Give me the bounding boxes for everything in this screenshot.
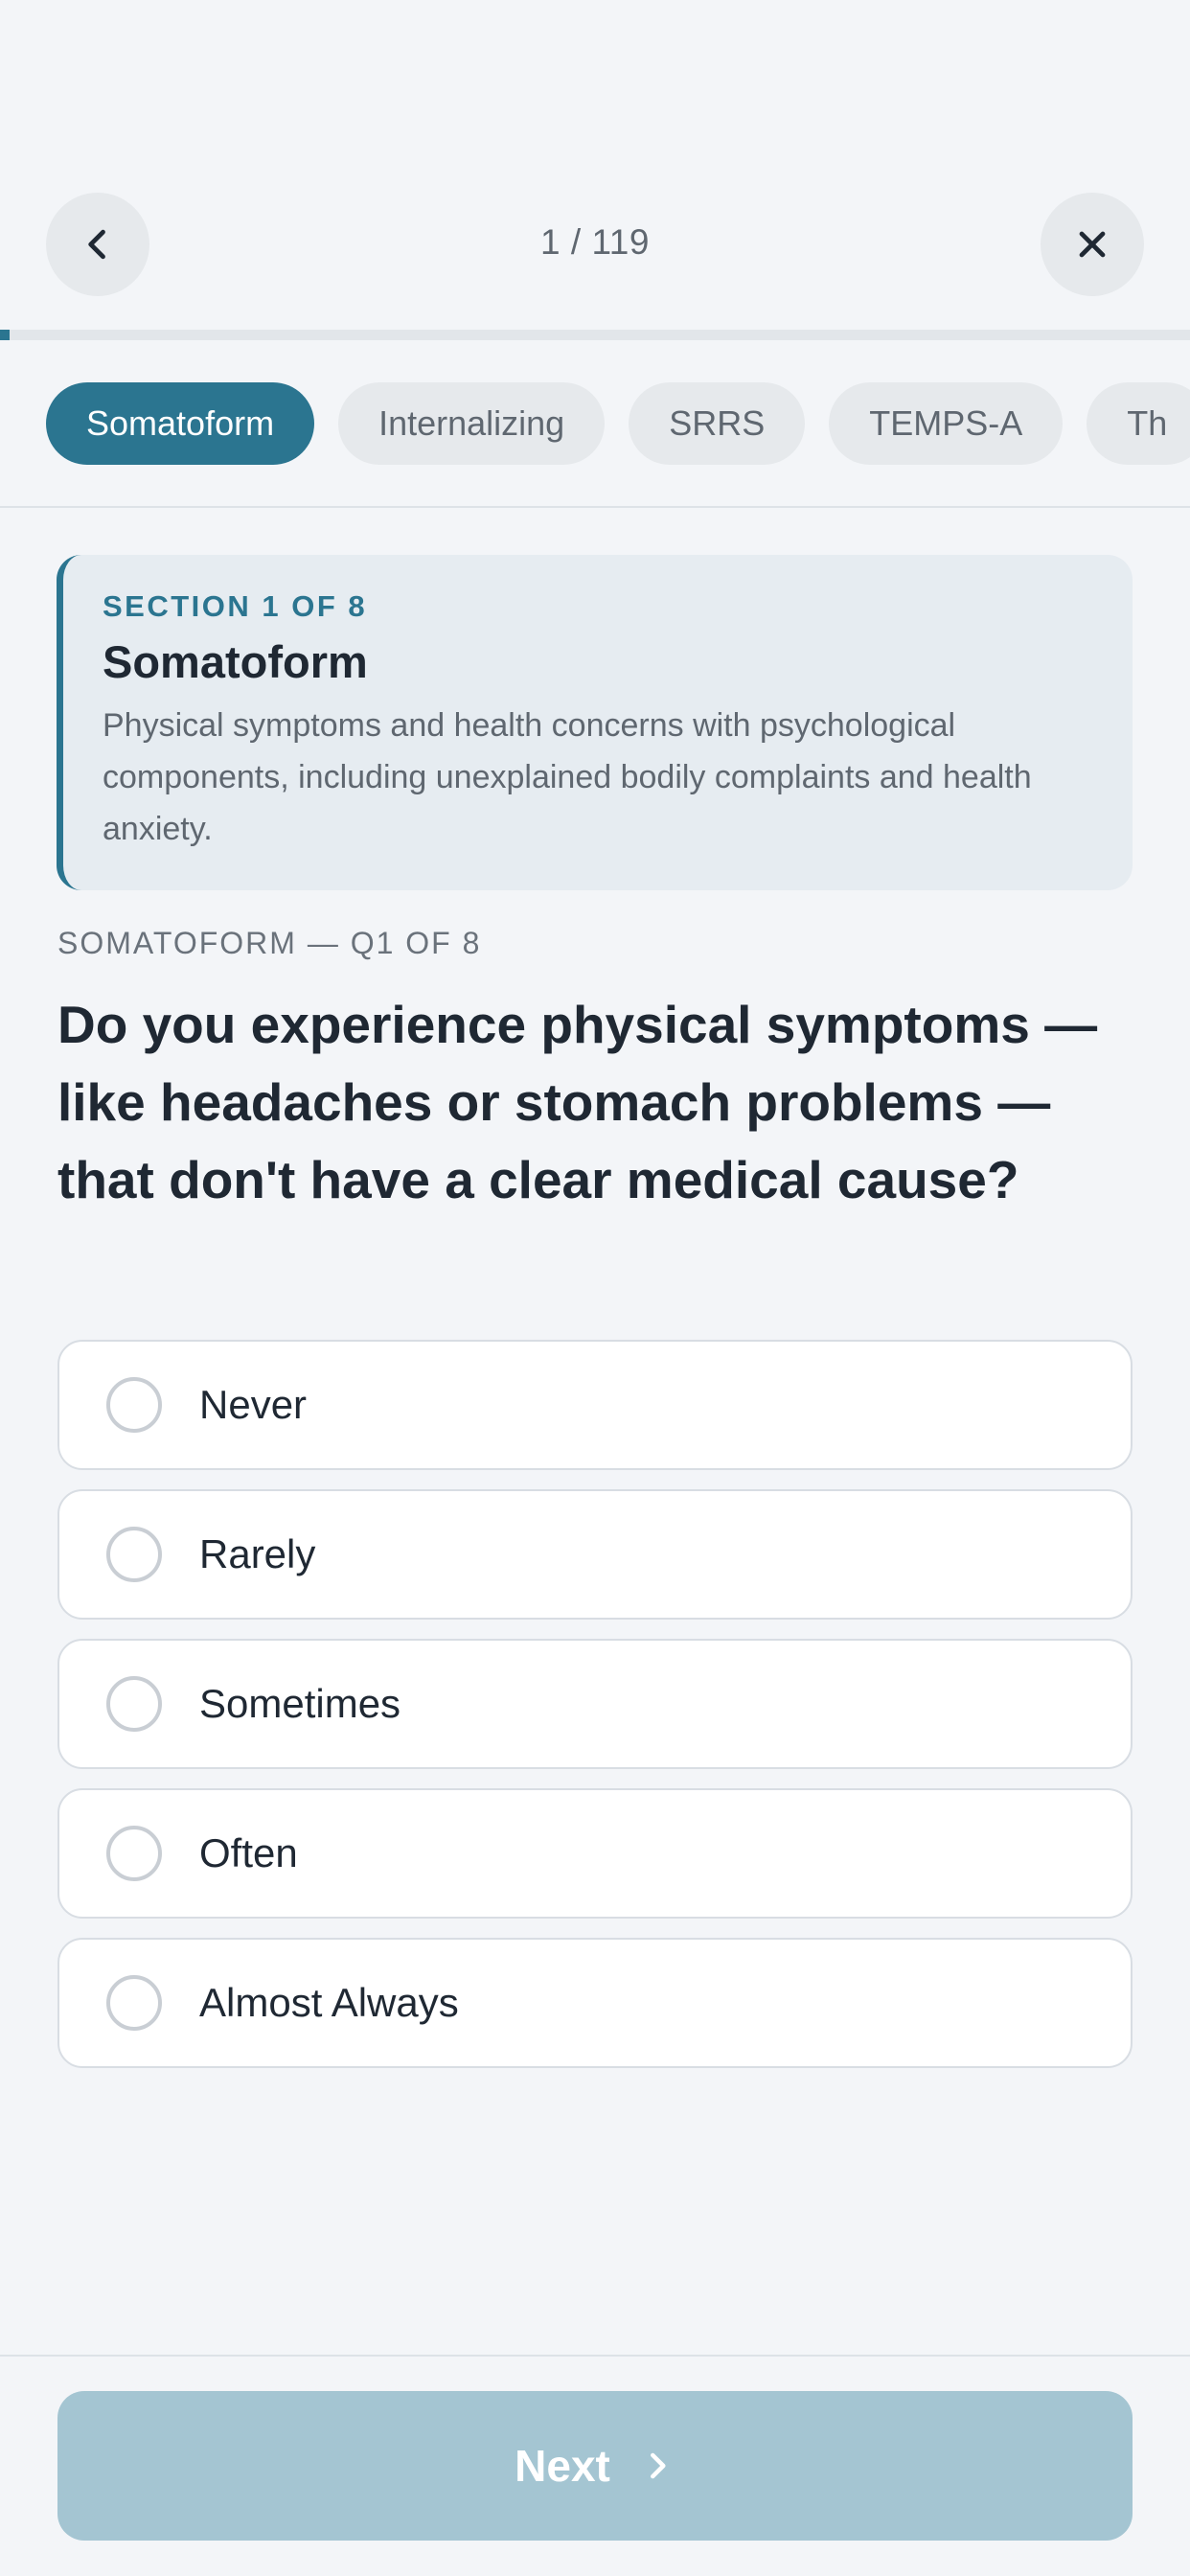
section-info-card: SECTION 1 OF 8 Somatoform Physical sympt… — [57, 555, 1133, 890]
option-label: Never — [199, 1382, 308, 1427]
section-title: Somatoform — [103, 636, 368, 687]
section-tabs: Somatoform Internalizing SRRS TEMPS-A Th — [0, 340, 1190, 508]
next-button[interactable]: Next — [57, 2391, 1133, 2541]
radio-circle-icon[interactable] — [106, 1676, 162, 1732]
question-text: Do you experience physical symptoms — li… — [57, 995, 1098, 1209]
tab-row: Somatoform Internalizing SRRS TEMPS-A Th — [46, 382, 1190, 465]
radio-circle-icon[interactable] — [106, 1975, 162, 2031]
tab-srrs[interactable]: SRRS — [629, 382, 806, 465]
question-kicker: SOMATOFORM — Q1 OF 8 — [57, 926, 482, 960]
tab-internalizing[interactable]: Internalizing — [338, 382, 606, 465]
option-often[interactable]: Often — [57, 1788, 1133, 1919]
option-almost-always[interactable]: Almost Always — [57, 1938, 1133, 2068]
section-description: Physical symptoms and health concerns wi… — [103, 707, 1032, 847]
question-counter: 1 / 119 — [540, 222, 650, 262]
next-label: Next — [515, 2441, 610, 2491]
option-label: Almost Always — [199, 1980, 459, 2025]
tab-temps-a[interactable]: TEMPS-A — [829, 382, 1064, 465]
quiz-screen: 1 / 119 Somatoform Internalizing SRRS TEMPS… — [0, 0, 1190, 2576]
option-label: Sometimes — [199, 1681, 401, 1726]
header: 1 / 119 — [0, 0, 1190, 337]
section-kicker: SECTION 1 OF 8 — [103, 589, 368, 623]
tab-th[interactable]: Th — [1087, 382, 1190, 465]
option-sometimes[interactable]: Sometimes — [57, 1639, 1133, 1769]
option-rarely[interactable]: Rarely — [57, 1489, 1133, 1620]
radio-circle-icon[interactable] — [106, 1826, 162, 1881]
option-never[interactable]: Never — [57, 1340, 1133, 1470]
radio-circle-icon[interactable] — [106, 1527, 162, 1582]
option-label: Rarely — [199, 1531, 316, 1576]
radio-circle-icon[interactable] — [106, 1377, 162, 1433]
footer-divider — [0, 2355, 1190, 2357]
close-icon — [1079, 231, 1106, 258]
tab-somatoform[interactable]: Somatoform — [46, 382, 315, 465]
close-button[interactable] — [1041, 193, 1144, 296]
progress-bar — [0, 330, 1190, 340]
answer-options: Never Rarely Sometimes Often Almost Always — [57, 1340, 1133, 2087]
chevron-right-icon — [650, 2452, 666, 2479]
option-label: Often — [199, 1830, 298, 1875]
progress-fill — [0, 330, 11, 340]
